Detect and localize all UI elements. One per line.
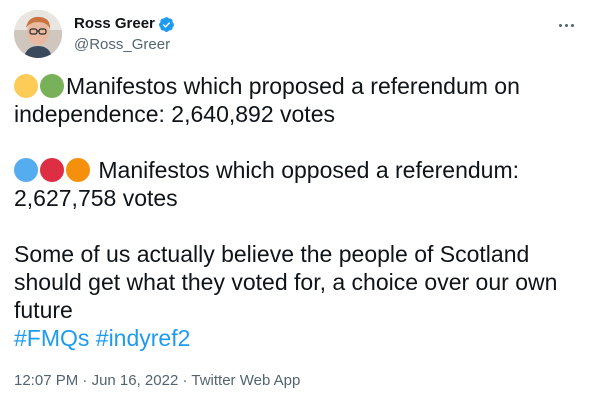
tweet-time[interactable]: 12:07 PM <box>14 372 78 389</box>
tweet-text: Manifestos which proposed a referendum o… <box>14 72 574 352</box>
tweet-paragraph-2: Manifestos which opposed a referendum: 2… <box>14 156 574 212</box>
more-options-button[interactable] <box>554 16 578 34</box>
blue-circle-emoji-icon <box>14 158 38 182</box>
yellow-circle-emoji-icon <box>14 74 38 98</box>
avatar-image <box>14 10 62 58</box>
tweet-metadata: 12:07 PM · Jun 16, 2022 · Twitter Web Ap… <box>14 372 300 390</box>
tweet-source[interactable]: Twitter Web App <box>191 372 300 389</box>
paragraph-3-text: Some of us actually believe the people o… <box>14 241 558 323</box>
tweet-header: Ross Greer @Ross_Greer <box>14 10 578 58</box>
hashtag-link[interactable]: #FMQs <box>14 325 89 351</box>
tweet-card: Ross Greer @Ross_Greer Manifestos which … <box>0 0 592 400</box>
more-dot <box>570 23 574 27</box>
tweet-paragraph-3: Some of us actually believe the people o… <box>14 240 574 352</box>
handle[interactable]: @Ross_Greer <box>74 35 175 55</box>
green-circle-emoji-icon <box>40 74 64 98</box>
paragraph-1-text: Manifestos which proposed a referendum o… <box>14 73 520 127</box>
meta-separator: · <box>178 372 192 389</box>
hashtag-link[interactable]: #indyref2 <box>96 325 191 351</box>
display-name[interactable]: Ross Greer <box>74 14 155 34</box>
orange-circle-emoji-icon <box>66 158 90 182</box>
verified-badge-icon <box>158 16 174 32</box>
author-block: Ross Greer @Ross_Greer <box>74 14 175 55</box>
more-dot <box>564 23 568 27</box>
tweet-date[interactable]: Jun 16, 2022 <box>92 372 179 389</box>
avatar[interactable] <box>14 10 62 58</box>
meta-separator: · <box>78 372 92 389</box>
tweet-paragraph-1: Manifestos which proposed a referendum o… <box>14 72 574 128</box>
display-name-row: Ross Greer <box>74 14 175 34</box>
red-circle-emoji-icon <box>40 158 64 182</box>
more-dot <box>558 23 562 27</box>
paragraph-2-text: Manifestos which opposed a referendum: 2… <box>14 157 520 211</box>
